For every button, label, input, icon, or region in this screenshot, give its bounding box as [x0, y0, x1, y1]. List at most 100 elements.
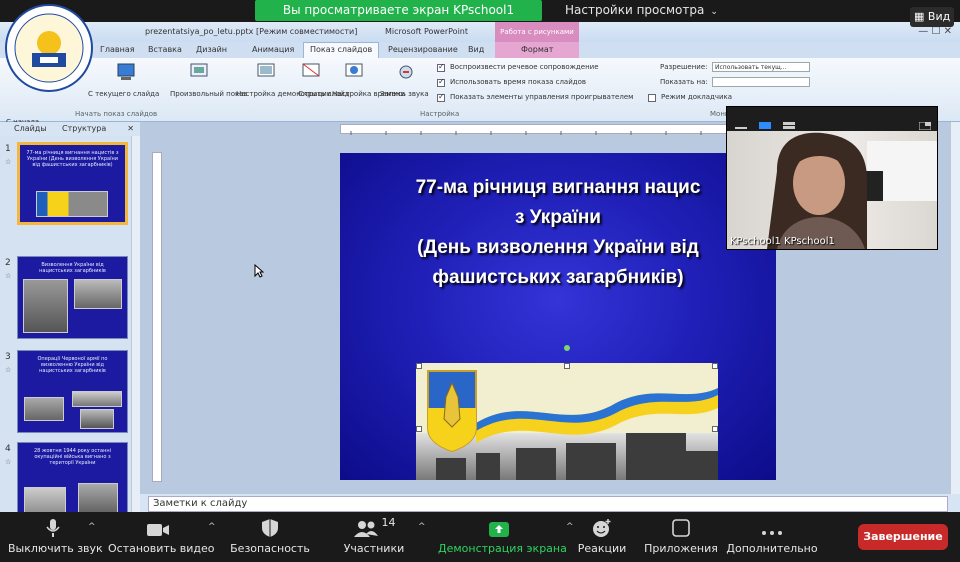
- thumb-picture: [23, 279, 68, 333]
- resolution-combo[interactable]: Использовать текущ...: [712, 62, 810, 72]
- selection-handle[interactable]: [712, 426, 718, 432]
- reactions-button[interactable]: Реакции: [576, 512, 628, 562]
- slide-thumbnail[interactable]: Визволення України від нацистських загар…: [17, 256, 128, 339]
- apps-icon: [642, 512, 720, 538]
- security-label: Безопасность: [230, 542, 310, 555]
- tab-home[interactable]: Главная: [100, 45, 135, 54]
- slide-notes[interactable]: Заметки к слайду: [148, 496, 948, 512]
- selection-handle[interactable]: [416, 426, 422, 432]
- current-slide[interactable]: 77-ма річниця вигнання нацис з України (…: [340, 153, 776, 480]
- share-screen-button[interactable]: Демонстрация экрана: [438, 512, 567, 562]
- tab-view[interactable]: Вид: [468, 45, 484, 54]
- emoji-plus-icon: [576, 512, 628, 538]
- video-camera-icon: [108, 512, 208, 538]
- chevron-up-icon[interactable]: ^: [418, 522, 426, 532]
- webcam-window[interactable]: KPschool1 KPschool1: [726, 106, 938, 250]
- chevron-up-icon[interactable]: ^: [208, 522, 216, 532]
- monitor-label: Показать на:: [660, 78, 708, 86]
- share-screen-label: Демонстрация экрана: [438, 542, 567, 555]
- ukraine-flag-picture[interactable]: [416, 363, 718, 480]
- thumb-picture: [24, 397, 64, 421]
- checkbox-player-label: Показать элементы управления проигрывате…: [450, 93, 634, 101]
- microphone-icon: [8, 512, 98, 538]
- slide-thumbnail[interactable]: 77-ма річниця вигнання нацистів з Україн…: [17, 142, 128, 225]
- checkbox-timings[interactable]: [437, 77, 445, 87]
- ppt-window-title: prezentatsiya_po_letu.pptx [Режим совмес…: [145, 27, 358, 36]
- participant-name: KPschool1 KPschool1: [730, 236, 835, 247]
- participant-video: KPschool1 KPschool1: [727, 131, 937, 249]
- slide-title-line: фашистських загарбників): [432, 267, 684, 288]
- slide-title-line: з України: [514, 207, 601, 228]
- ribbon-tabs: Главная Вставка Дизайн Анимация Показ сл…: [0, 42, 960, 58]
- thumb-text: Визволення України від нацистських загар…: [39, 262, 106, 274]
- gallery-view-icon[interactable]: [783, 115, 795, 129]
- shared-screen: prezentatsiya_po_letu.pptx [Режим совмес…: [0, 22, 960, 525]
- tab-outline[interactable]: Структура: [62, 124, 106, 133]
- school-logo: [5, 4, 93, 92]
- tab-slides[interactable]: Слайды: [14, 124, 47, 133]
- tab-format[interactable]: Формат: [521, 45, 553, 54]
- context-tab-picture-tools: Работа с рисунками: [495, 22, 579, 42]
- selection-handle[interactable]: [712, 363, 718, 369]
- hide-slide-icon[interactable]: [300, 62, 322, 82]
- from-current-slide-icon[interactable]: [115, 62, 137, 82]
- slide-title-line: 77-ма річниця вигнання нацис: [415, 177, 701, 198]
- checkbox-presenter-view[interactable]: [648, 94, 656, 102]
- participants-count: 14: [381, 516, 396, 529]
- mute-label: Выключить звук: [8, 542, 103, 555]
- tab-insert[interactable]: Вставка: [148, 45, 182, 54]
- mute-button[interactable]: Выключить звук: [8, 512, 103, 562]
- close-icon[interactable]: ✕: [127, 124, 134, 133]
- thumb-text: 28 жовтня 1944 року останні окупаційні в…: [33, 448, 112, 466]
- checkbox-narration[interactable]: [437, 62, 445, 72]
- ppt-title-bar: prezentatsiya_po_letu.pptx [Режим совмес…: [0, 22, 960, 42]
- tab-slideshow[interactable]: Показ слайдов: [303, 42, 380, 58]
- stop-video-button[interactable]: Остановить видео: [108, 512, 215, 562]
- slide-title-line: (День визволення України від: [417, 237, 699, 258]
- chevron-up-icon[interactable]: ^: [88, 522, 96, 532]
- chevron-up-icon[interactable]: ^: [566, 522, 574, 532]
- checkbox-narration-label: Воспроизвести речевое сопровождение: [450, 63, 599, 71]
- custom-show-icon[interactable]: [188, 62, 210, 82]
- more-label: Дополнительно: [726, 542, 818, 555]
- participants-button[interactable]: 14 Участники: [338, 512, 410, 562]
- apps-button[interactable]: Приложения: [642, 512, 720, 562]
- setup-show-icon[interactable]: [255, 62, 277, 82]
- end-meeting-button[interactable]: Завершение: [858, 524, 948, 550]
- speaker-view-icon[interactable]: [759, 115, 771, 129]
- tab-review[interactable]: Рецензирование: [388, 45, 458, 54]
- minimize-icon[interactable]: [735, 115, 747, 129]
- thumb-picture: [72, 391, 122, 407]
- security-button[interactable]: Безопасность: [228, 512, 312, 562]
- rehearse-timings-icon[interactable]: [343, 62, 365, 82]
- view-settings-label: Настройки просмотра: [565, 3, 705, 17]
- star-icon: ☆: [5, 366, 12, 374]
- slide-scrollbar[interactable]: [950, 122, 960, 494]
- checkbox-timings-label: Использовать время показа слайдов: [450, 78, 587, 86]
- screen-share-banner: Вы просматриваете экран KPschool1 KPscho…: [255, 0, 542, 38]
- star-icon: ☆: [5, 158, 12, 166]
- more-button[interactable]: Дополнительно: [726, 512, 818, 562]
- view-settings-menu[interactable]: Настройки просмотра ⌄: [565, 0, 718, 21]
- slide-title[interactable]: 77-ма річниця вигнання нацис з України (…: [340, 173, 776, 293]
- record-narration-icon[interactable]: [395, 62, 417, 82]
- selection-handle[interactable]: [564, 363, 570, 369]
- selection-handle[interactable]: [416, 363, 422, 369]
- ribbon-label-narration: Запись звука: [380, 90, 429, 98]
- participants-label: Участники: [343, 542, 405, 555]
- thumbnails-scrollbar[interactable]: [131, 136, 140, 520]
- exit-fullscreen-icon[interactable]: [918, 115, 932, 131]
- monitor-combo[interactable]: [712, 77, 810, 87]
- tab-animation[interactable]: Анимация: [252, 45, 294, 54]
- group-setup: Настройка: [420, 110, 460, 118]
- rotation-handle[interactable]: [564, 345, 570, 351]
- checkbox-player-controls[interactable]: [437, 92, 445, 102]
- star-icon: ☆: [5, 272, 12, 280]
- view-button[interactable]: ▦ Вид: [910, 7, 955, 27]
- view-button-label: Вид: [927, 10, 951, 23]
- shield-icon: [228, 512, 312, 538]
- slides-pane-tabs: Слайды Структура ✕: [0, 122, 140, 136]
- tab-design[interactable]: Дизайн: [196, 45, 227, 54]
- thumb-picture: [74, 279, 122, 309]
- slide-thumbnail[interactable]: Операції Червоної армії по визволенню Ук…: [17, 350, 128, 433]
